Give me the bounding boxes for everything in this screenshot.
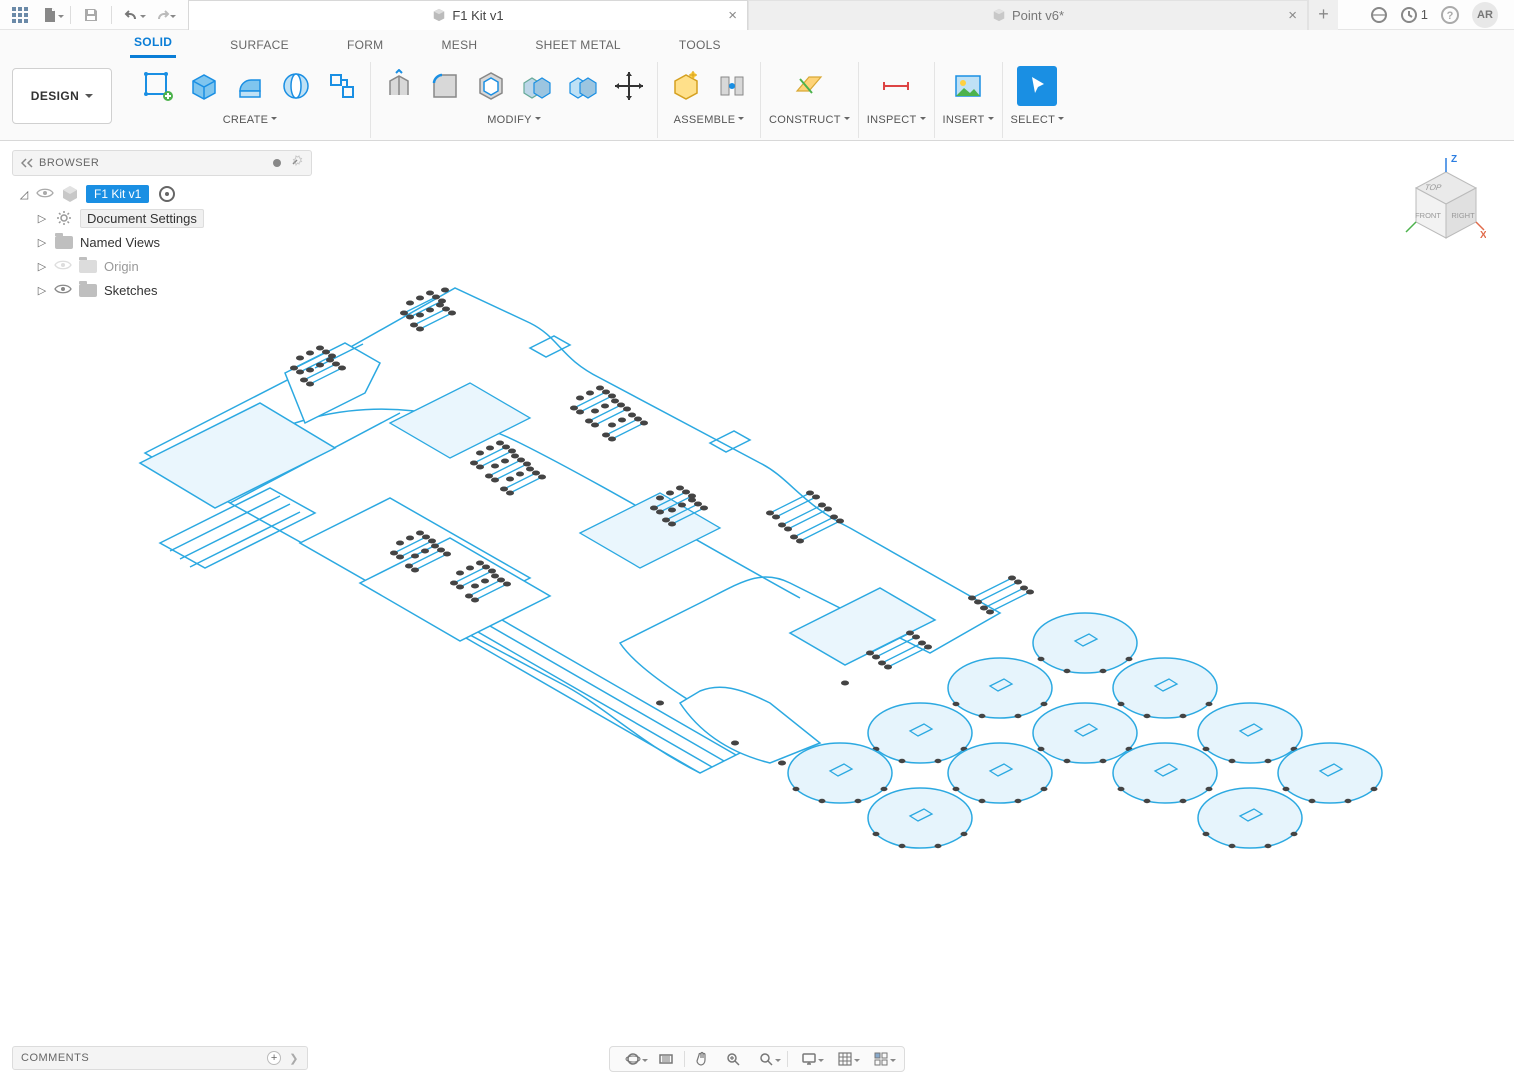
plane-icon[interactable] <box>789 66 829 106</box>
viewport-button[interactable] <box>864 1048 898 1070</box>
ribbon-group-modify: MODIFY <box>371 62 658 138</box>
ribbon-tab-solid[interactable]: SOLID <box>130 30 176 58</box>
revolve-icon[interactable] <box>276 66 316 106</box>
group-label-select[interactable]: SELECT <box>1011 110 1065 130</box>
clock-icon <box>1400 6 1418 24</box>
axis-x-label: X <box>1480 230 1486 241</box>
shell-icon[interactable] <box>471 66 511 106</box>
document-tab-active[interactable]: F1 Kit v1 × <box>188 0 748 30</box>
app-menu-icon[interactable] <box>6 3 34 27</box>
extensions-icon[interactable] <box>1370 6 1388 24</box>
user-avatar[interactable]: AR <box>1472 2 1498 28</box>
undo-button[interactable] <box>118 3 146 27</box>
axis-z-label: Z <box>1451 154 1457 165</box>
pan-button[interactable] <box>689 1048 717 1070</box>
joint-icon[interactable] <box>712 66 752 106</box>
orbit-button[interactable] <box>616 1048 650 1070</box>
select-tool-icon[interactable] <box>1017 66 1057 106</box>
navigation-toolbar <box>609 1046 905 1072</box>
new-component-icon[interactable] <box>666 66 706 106</box>
ribbon-tab-tools[interactable]: TOOLS <box>675 33 725 58</box>
svg-text:?: ? <box>1447 10 1454 22</box>
new-tab-button[interactable]: + <box>1308 0 1338 30</box>
comments-panel-header[interactable]: COMMENTS + ❯ <box>12 1046 308 1070</box>
fillet-icon[interactable] <box>425 66 465 106</box>
display-settings-button[interactable] <box>792 1048 826 1070</box>
file-menu-button[interactable] <box>36 3 64 27</box>
comments-title: COMMENTS <box>21 1052 89 1064</box>
ribbon-tab-mesh[interactable]: MESH <box>437 33 481 58</box>
tab-title: F1 Kit v1 <box>452 8 503 23</box>
ribbon-group-construct: CONSTRUCT <box>761 62 859 138</box>
chevron-right-icon[interactable]: ❯ <box>289 1052 299 1065</box>
group-label-create[interactable]: CREATE <box>223 110 278 130</box>
group-label-inspect[interactable]: INSPECT <box>867 110 926 130</box>
header-right: 1 ? AR <box>1360 2 1508 28</box>
group-label-insert[interactable]: INSERT <box>943 110 994 130</box>
extrude-icon[interactable] <box>230 66 270 106</box>
quick-access-toolbar: F1 Kit v1 × Point v6* × + 1 ? AR <box>0 0 1514 30</box>
ribbon-group-select: SELECT <box>1003 62 1073 138</box>
presspull-icon[interactable] <box>379 66 419 106</box>
align-icon[interactable] <box>563 66 603 106</box>
viewcube[interactable]: Z X TOP FRONT RIGHT <box>1396 152 1486 252</box>
component-icon <box>992 8 1006 22</box>
ribbon-group-assemble: ASSEMBLE <box>658 62 761 138</box>
ribbon-tab-row: SOLID SURFACE FORM MESH SHEET METAL TOOL… <box>0 30 1514 58</box>
grid-settings-button[interactable] <box>828 1048 862 1070</box>
ribbon-group-inspect: INSPECT <box>859 62 935 138</box>
new-sketch-icon[interactable] <box>138 66 178 106</box>
job-status-button[interactable]: 1 <box>1400 6 1428 24</box>
document-tab-inactive[interactable]: Point v6* × <box>748 0 1308 30</box>
measure-icon[interactable] <box>876 66 916 106</box>
document-tab-strip: F1 Kit v1 × Point v6* × + <box>188 0 1360 30</box>
sweep-icon[interactable] <box>322 66 362 106</box>
viewcube-front[interactable]: FRONT <box>1415 211 1441 220</box>
help-button[interactable]: ? <box>1440 5 1460 25</box>
fit-button[interactable] <box>749 1048 783 1070</box>
group-label-assemble[interactable]: ASSEMBLE <box>674 110 745 130</box>
move-icon[interactable] <box>609 66 649 106</box>
box-icon[interactable] <box>184 66 224 106</box>
redo-button[interactable] <box>148 3 176 27</box>
ribbon-group-create: CREATE <box>130 62 371 138</box>
ribbon: SOLID SURFACE FORM MESH SHEET METAL TOOL… <box>0 30 1514 141</box>
viewcube-right[interactable]: RIGHT <box>1451 211 1475 220</box>
insert-image-icon[interactable] <box>948 66 988 106</box>
tab-title: Point v6* <box>1012 8 1064 23</box>
close-icon[interactable]: × <box>1288 7 1297 24</box>
group-label-construct[interactable]: CONSTRUCT <box>769 110 850 130</box>
close-icon[interactable]: × <box>728 7 737 24</box>
model-canvas[interactable] <box>0 140 1514 1046</box>
workspace-switcher[interactable]: DESIGN <box>12 68 112 124</box>
ribbon-tab-form[interactable]: FORM <box>343 33 388 58</box>
job-count: 1 <box>1421 7 1428 22</box>
component-icon <box>432 8 446 22</box>
ribbon-tab-surface[interactable]: SURFACE <box>226 33 293 58</box>
ribbon-group-insert: INSERT <box>935 62 1003 138</box>
group-label-modify[interactable]: MODIFY <box>487 110 541 130</box>
save-button[interactable] <box>77 3 105 27</box>
combine-icon[interactable] <box>517 66 557 106</box>
add-comment-icon[interactable]: + <box>267 1051 281 1065</box>
lookat-button[interactable] <box>652 1048 680 1070</box>
ribbon-tab-sheetmetal[interactable]: SHEET METAL <box>531 33 625 58</box>
zoom-button[interactable] <box>719 1048 747 1070</box>
